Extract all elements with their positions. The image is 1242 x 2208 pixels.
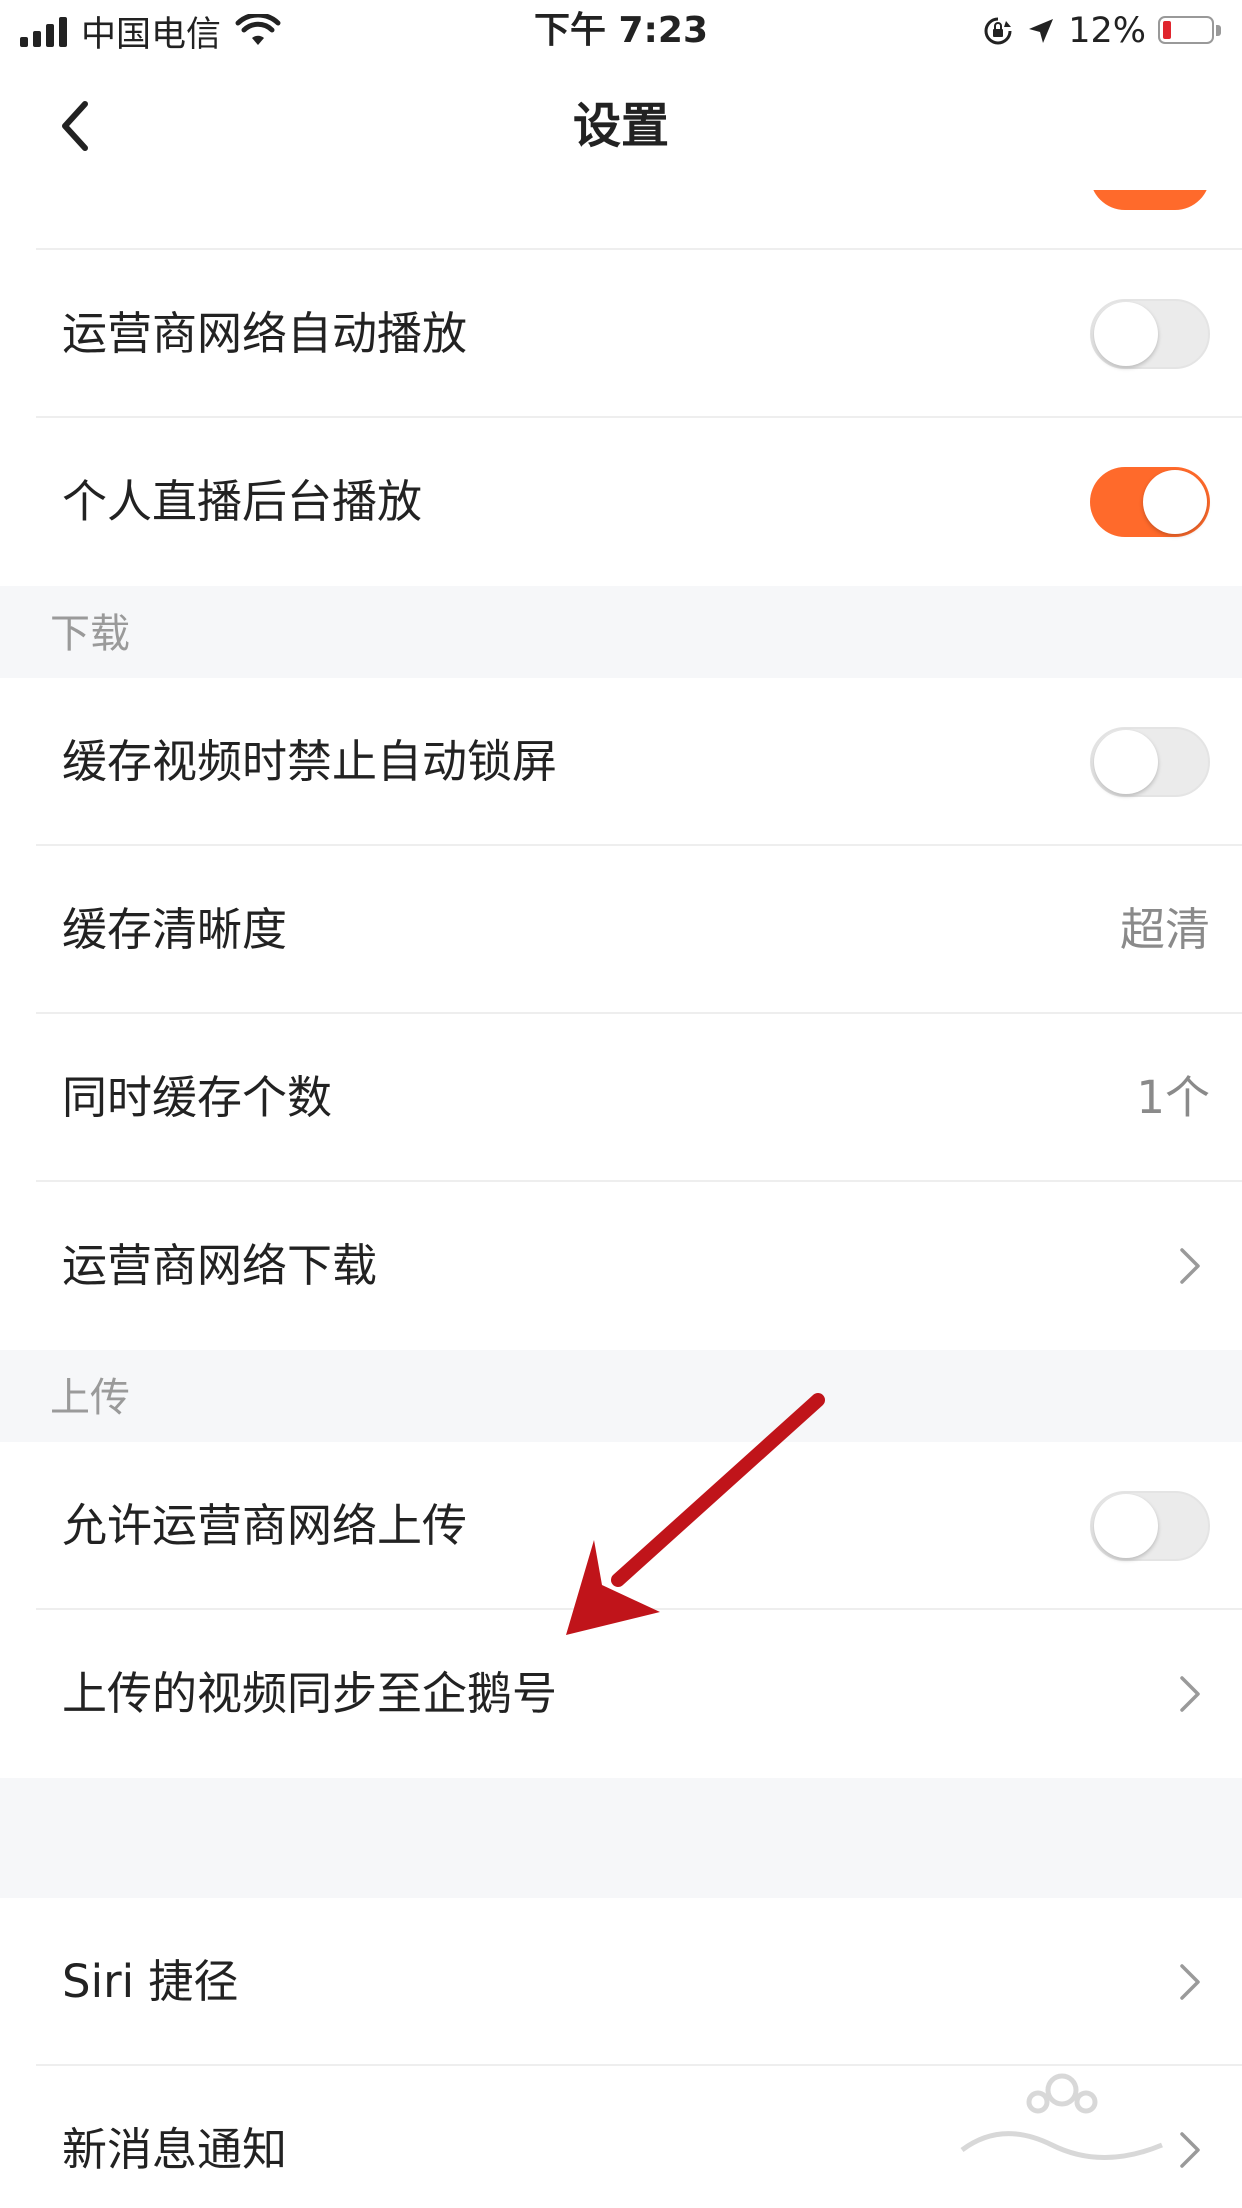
navigation-bar: 设置 <box>0 62 1242 191</box>
chevron-right-icon <box>1180 1248 1200 1284</box>
section-header-upload: 上传 <box>0 1350 1242 1442</box>
orientation-lock-icon <box>984 17 1012 45</box>
toggle-mobile-autoplay[interactable] <box>1090 299 1210 369</box>
section-spacer <box>0 1778 1242 1898</box>
location-arrow-icon <box>1029 19 1054 43</box>
setting-row-sync-penguin[interactable]: 上传的视频同步至企鹅号 <box>0 1610 1242 1778</box>
setting-value: 超清 <box>1119 903 1210 956</box>
chevron-right-icon <box>1180 1964 1200 2000</box>
chevron-right-icon <box>1180 1676 1200 1712</box>
setting-label: 允许运营商网络上传 <box>62 1499 468 1552</box>
scrolled-row-partial <box>0 190 1242 250</box>
setting-label: 新消息通知 <box>62 2123 288 2176</box>
setting-label: 运营商网络下载 <box>62 1239 378 1292</box>
setting-value: 1个 <box>1136 1071 1210 1124</box>
setting-row-mobile-download[interactable]: 运营商网络下载 <box>0 1182 1242 1350</box>
setting-label: 运营商网络自动播放 <box>62 307 468 360</box>
setting-label: 缓存视频时禁止自动锁屏 <box>62 735 558 788</box>
settings-list[interactable]: 运营商网络自动播放 个人直播后台播放 下载 缓存视频时禁止自动锁屏 缓存清晰度 … <box>0 190 1242 2208</box>
toggle-prevent-lock[interactable] <box>1090 727 1210 797</box>
battery-percent: 12% <box>1068 11 1146 51</box>
section-header-label: 上传 <box>50 1375 130 1421</box>
section-header-label: 下载 <box>50 611 130 657</box>
status-bar: 中国电信 下午 7:23 12% <box>0 0 1242 62</box>
watermark-logo-icon <box>960 2073 1163 2160</box>
toggle-live-background[interactable] <box>1090 467 1210 537</box>
setting-label: 上传的视频同步至企鹅号 <box>62 1667 558 1720</box>
setting-label: 同时缓存个数 <box>62 1071 333 1124</box>
setting-row-siri-shortcuts[interactable]: Siri 捷径 <box>0 1898 1242 2066</box>
status-bar-right: 12% <box>982 6 1222 56</box>
section-header-download: 下载 <box>0 586 1242 678</box>
page-title: 设置 <box>572 98 669 154</box>
battery-icon <box>1158 16 1222 46</box>
partial-toggle-switch[interactable] <box>1090 190 1210 210</box>
setting-row-concurrent-cache[interactable]: 同时缓存个数 1个 <box>0 1014 1242 1182</box>
setting-label: 个人直播后台播放 <box>62 475 423 528</box>
setting-label: Siri 捷径 <box>62 1955 239 2008</box>
setting-row-cache-quality[interactable]: 缓存清晰度 超清 <box>0 846 1242 1014</box>
setting-row-mobile-upload[interactable]: 允许运营商网络上传 <box>0 1442 1242 1610</box>
toggle-mobile-upload[interactable] <box>1090 1491 1210 1561</box>
setting-row-mobile-autoplay[interactable]: 运营商网络自动播放 <box>0 250 1242 418</box>
setting-row-live-background[interactable]: 个人直播后台播放 <box>0 418 1242 586</box>
setting-label: 缓存清晰度 <box>62 903 288 956</box>
setting-row-prevent-lock[interactable]: 缓存视频时禁止自动锁屏 <box>0 678 1242 846</box>
